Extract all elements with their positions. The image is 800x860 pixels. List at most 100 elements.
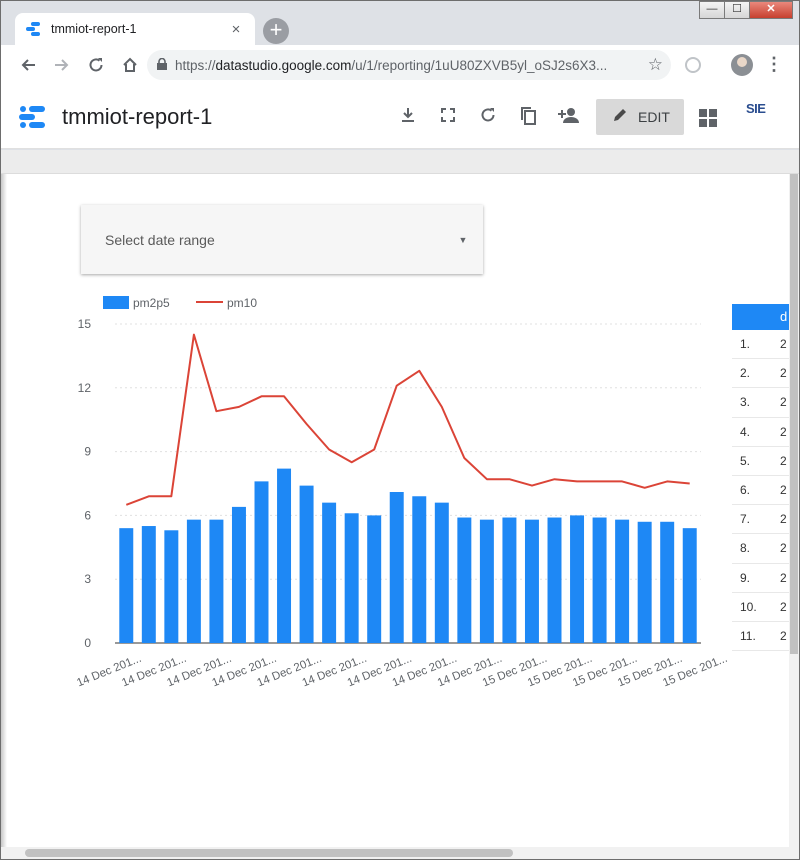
edit-button-label: EDIT bbox=[638, 109, 670, 125]
row-value: 2 bbox=[780, 453, 787, 468]
row-value: 2 bbox=[780, 570, 787, 585]
bar-pm2p5 bbox=[322, 502, 337, 643]
bar-pm2p5 bbox=[570, 515, 585, 643]
row-value: 2 bbox=[780, 512, 787, 527]
vertical-scrollbar[interactable] bbox=[789, 174, 799, 848]
bar-pm2p5 bbox=[637, 521, 652, 643]
row-value: 2 bbox=[780, 541, 787, 556]
combo-chart: pm2p5 pm100369121514 Dec 201...14 Dec 201… bbox=[75, 296, 729, 689]
y-tick-label: 9 bbox=[84, 445, 91, 459]
copy-report-icon[interactable] bbox=[518, 107, 538, 127]
bar-pm2p5 bbox=[412, 496, 427, 643]
date-range-label: Select date range bbox=[105, 231, 215, 248]
table-row[interactable]: 5. 2 bbox=[732, 447, 789, 476]
bar-pm2p5 bbox=[164, 530, 179, 643]
row-index: 10. bbox=[740, 599, 757, 614]
legend-label-bars: pm2p5 bbox=[133, 296, 170, 310]
y-tick-label: 6 bbox=[84, 508, 91, 522]
bar-pm2p5 bbox=[231, 506, 246, 643]
bar-pm2p5 bbox=[660, 521, 675, 643]
browser-menu-icon[interactable]: ⋮ bbox=[765, 54, 783, 75]
table-row[interactable]: 9. 2 bbox=[732, 564, 789, 593]
edit-button[interactable]: EDIT bbox=[596, 99, 684, 135]
vertical-scroll-thumb[interactable] bbox=[790, 174, 798, 654]
table-row[interactable]: 4. 2 bbox=[732, 418, 789, 447]
table-row[interactable]: 6. 2 bbox=[732, 476, 789, 506]
table-row[interactable]: 11. 2 bbox=[732, 622, 789, 652]
data-studio-favicon-icon bbox=[26, 22, 40, 36]
browser-tab[interactable]: tmmiot-report-1 × bbox=[15, 13, 255, 45]
report-header: tmmiot-report-1 EDIT SIE bbox=[1, 85, 799, 149]
fullscreen-icon[interactable] bbox=[438, 107, 458, 127]
lock-icon bbox=[157, 57, 175, 73]
dropdown-caret-icon: ▼ bbox=[458, 234, 468, 245]
bar-pm2p5 bbox=[457, 517, 472, 643]
row-index: 7. bbox=[740, 512, 751, 527]
report-title[interactable]: tmmiot-report-1 bbox=[62, 104, 212, 130]
new-tab-button[interactable]: + bbox=[263, 18, 289, 44]
download-icon[interactable] bbox=[398, 107, 418, 127]
row-index: 2. bbox=[740, 366, 751, 381]
data-studio-logo-icon bbox=[19, 106, 45, 128]
bookmark-star-icon[interactable]: ☆ bbox=[648, 55, 663, 75]
row-index: 4. bbox=[740, 424, 751, 439]
reload-icon[interactable] bbox=[79, 50, 113, 80]
table-row[interactable]: 2. 2 bbox=[732, 359, 789, 389]
refresh-icon[interactable] bbox=[478, 107, 498, 127]
table-row[interactable]: 3. 2 bbox=[732, 388, 789, 418]
close-window-button[interactable]: ✕ bbox=[749, 1, 793, 19]
tab-close-icon[interactable]: × bbox=[227, 21, 245, 38]
bar-pm2p5 bbox=[434, 502, 449, 643]
bar-pm2p5 bbox=[682, 528, 697, 643]
data-table: d 1. 2 2. 2 3. 2 4. 2 5. 2 6. 2 7. 2 8. 2 9. 2 10. 2 11. 2 bbox=[732, 304, 789, 652]
date-range-control[interactable]: Select date range ▼ bbox=[81, 205, 483, 274]
bar-pm2p5 bbox=[389, 492, 404, 643]
y-tick-label: 0 bbox=[84, 636, 91, 650]
home-icon[interactable] bbox=[113, 50, 147, 80]
back-arrow-icon[interactable] bbox=[11, 50, 45, 80]
row-value: 2 bbox=[780, 628, 787, 643]
row-value: 2 bbox=[780, 366, 787, 381]
row-index: 1. bbox=[740, 337, 751, 352]
maximize-button[interactable]: ☐ bbox=[724, 1, 750, 19]
canvas-edge bbox=[1, 174, 7, 848]
share-person-add-icon[interactable] bbox=[558, 107, 580, 127]
table-row[interactable]: 7. 2 bbox=[732, 505, 789, 535]
line-pm10 bbox=[125, 333, 690, 506]
row-index: 9. bbox=[740, 570, 751, 585]
bar-pm2p5 bbox=[277, 468, 292, 643]
y-tick-label: 12 bbox=[78, 381, 92, 395]
address-bar[interactable]: https://datastudio.google.com/u/1/report… bbox=[147, 50, 671, 80]
horizontal-scroll-thumb[interactable] bbox=[25, 849, 513, 857]
bar-pm2p5 bbox=[524, 519, 539, 643]
bar-pm2p5 bbox=[479, 519, 494, 643]
row-index: 3. bbox=[740, 395, 751, 410]
table-row[interactable]: 1. 2 bbox=[732, 330, 789, 360]
browser-window: tmmiot-report-1 × + — ☐ ✕ https://datast… bbox=[0, 0, 800, 860]
row-value: 2 bbox=[780, 424, 787, 439]
bar-pm2p5 bbox=[141, 526, 156, 643]
bar-pm2p5 bbox=[502, 517, 517, 643]
bar-pm2p5 bbox=[367, 515, 382, 643]
table-row[interactable]: 10. 2 bbox=[732, 593, 789, 622]
bar-pm2p5 bbox=[299, 485, 314, 643]
brand-logo[interactable]: SIE bbox=[746, 101, 766, 116]
pencil-icon bbox=[612, 107, 628, 128]
apps-grid-icon[interactable] bbox=[699, 109, 717, 127]
row-value: 2 bbox=[780, 395, 787, 410]
row-value: 2 bbox=[780, 483, 787, 498]
row-index: 8. bbox=[740, 541, 751, 556]
bar-pm2p5 bbox=[344, 513, 359, 643]
table-header[interactable]: d bbox=[732, 304, 789, 330]
table-row[interactable]: 8. 2 bbox=[732, 534, 789, 564]
bar-pm2p5 bbox=[547, 517, 562, 643]
window-controls: — ☐ ✕ bbox=[699, 1, 793, 19]
forward-arrow-icon[interactable] bbox=[45, 50, 79, 80]
report-toolbar-strip bbox=[1, 150, 799, 174]
horizontal-scrollbar[interactable] bbox=[1, 847, 799, 859]
extension-icon[interactable] bbox=[685, 57, 701, 73]
minimize-button[interactable]: — bbox=[699, 1, 725, 19]
bar-pm2p5 bbox=[119, 528, 134, 643]
bar-pm2p5 bbox=[254, 481, 269, 643]
profile-avatar[interactable] bbox=[731, 54, 753, 76]
